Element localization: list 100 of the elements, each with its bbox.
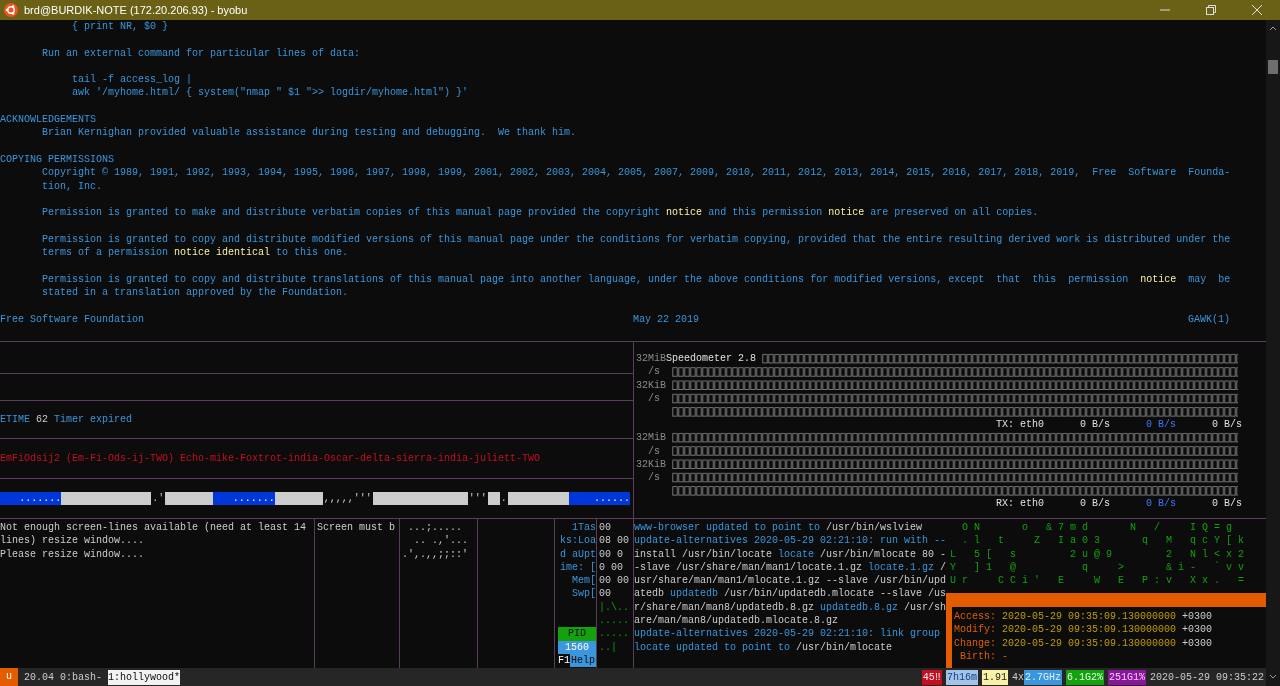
pid-header: PID xyxy=(558,627,596,641)
rate-reading: 0 B/s xyxy=(1211,497,1242,511)
man-text-line: Run an external command for particular lines of data: xyxy=(41,46,362,60)
bar-dots: ....... xyxy=(0,492,62,505)
log-line: are/man/man8/updatedb.mlocate.8.gz xyxy=(634,614,840,628)
matrix-rain-line: O N o & 7 m d N / I Q = g xyxy=(961,521,1234,535)
man-text-line: Permission is granted to copy and distribute translations of this manual page into another language, under the above conditions for modified versions, except that this permission notice may be xyxy=(41,272,1232,286)
section-heading: ACKNOWLEDGEMENTS xyxy=(0,113,97,127)
rate-reading: 0 B/s xyxy=(1079,497,1110,511)
close-icon xyxy=(1252,5,1262,15)
axis-label: 32KiB xyxy=(636,378,667,392)
rate-reading: 0 B/s xyxy=(1145,497,1176,511)
rate-reading: 0 B/s xyxy=(1145,418,1176,432)
man-text-line: stated in a translation approved by the Foundation. xyxy=(41,285,350,300)
status-indicator: 4x xyxy=(1011,670,1024,685)
stat-date: 2020-05-29 09:35:09.130000000 xyxy=(1001,610,1177,624)
stat-label: Change: xyxy=(954,636,996,650)
bar-dots: . xyxy=(499,492,508,505)
rate-reading: 0 B/s xyxy=(1079,418,1110,432)
htop-meter: 1Tas xyxy=(572,521,596,535)
scroll-down-icon[interactable] xyxy=(1269,673,1277,681)
resize-message: lines) resize window.... xyxy=(0,534,146,548)
interface-label: TX: eth0 xyxy=(996,418,1044,432)
timer-message: ETIME 62 Timer expired xyxy=(0,412,133,427)
column-text: |.\.. xyxy=(599,600,630,615)
bar-block xyxy=(274,492,323,505)
status-indicator: 251G1% xyxy=(1107,669,1146,685)
axis-label: /s xyxy=(647,391,661,406)
log-line: r/share/man/man8/updatedb.8.gz updatedb.8.gz /usr/sh xyxy=(634,600,946,615)
status-indicator: 6.1G2% xyxy=(1065,669,1104,685)
screen-message: Screen must b xyxy=(317,521,396,535)
bar-block xyxy=(487,492,500,505)
log-line: -slave /usr/share/man/man1/locate.1.gz locate.1.gz / xyxy=(634,560,946,575)
bar-dots: .' xyxy=(151,492,166,505)
axis-label: /s xyxy=(647,365,661,379)
resize-message: Please resize window.... xyxy=(0,547,146,561)
scroll-up-icon[interactable] xyxy=(1269,24,1277,32)
axis-label: 32MiB xyxy=(636,431,667,445)
matrix-rain-line: Y ] 1 @ q > & i - ` v v xyxy=(950,560,1246,575)
window-tab[interactable]: 1:hollywood* xyxy=(108,669,181,685)
callsign-text: EmFiOdsij2 (Em-Fi-Ods-ij-TWO) Echo-mike-Foxtrot-india-Oscar-delta-sierra-india-juliett-TWO xyxy=(0,451,541,466)
ascii-art-line: ...;..... xyxy=(407,521,463,535)
log-line: www-browser updated to point to /usr/bin/wslview xyxy=(634,521,924,535)
graph-title: Speedometer 2.8 xyxy=(666,352,756,366)
bar-dots: ....... xyxy=(213,492,275,505)
log-line: usr/share/man/man1/mlocate.1.gz --slave /usr/bin/upd xyxy=(634,574,946,588)
bar-block xyxy=(507,492,569,505)
bar-dots: ,,,,,''' xyxy=(322,492,373,505)
stat-date: - xyxy=(1001,649,1009,664)
bar-dots: ...... xyxy=(568,492,630,505)
log-line: install /usr/bin/locate locate /usr/bin/mlocate 80 - xyxy=(634,547,946,561)
log-line: locate updated to point to /usr/bin/mlocate xyxy=(634,640,894,654)
stat-zone: +0300 xyxy=(1181,636,1213,650)
htop-meter: ks:Loa xyxy=(560,534,596,548)
section-heading: COPYING PERMISSIONS xyxy=(0,152,116,167)
status-indicator: 2020-05-29 09:35:22 xyxy=(1149,670,1264,685)
column-text: ..| xyxy=(599,640,618,654)
footer-text: Free Software Foundation xyxy=(0,312,145,326)
column-text: 00 xyxy=(599,521,612,535)
status-indicator: 7h16m xyxy=(945,669,978,685)
column-text: 00 xyxy=(599,587,612,601)
column-text: 00 00 xyxy=(599,574,630,588)
matrix-rain-line: U r C C i ' E W E P : v X x . = xyxy=(950,574,1246,588)
column-text: 00 0 xyxy=(599,547,624,561)
column-text: 0 00 xyxy=(599,560,624,575)
htop-meter: Mem[ xyxy=(572,574,596,588)
footer-text: GAWK(1) xyxy=(1188,312,1230,326)
matrix-rain-line: . l t Z I a 0 3 q M q c Y [ k xyxy=(961,534,1246,548)
column-text: ..... xyxy=(599,627,630,641)
axis-label: /s xyxy=(647,444,661,458)
man-text-line: Permission is granted to make and distribute verbatim copies of this manual page provided the copyright notice and this permission notice are preserved on all copies. xyxy=(41,206,1040,220)
ubuntu-logo-icon xyxy=(4,3,18,17)
ascii-art-line: .. .,'... xyxy=(413,534,469,548)
status-indicator: 45‼ xyxy=(921,669,942,685)
window-tab[interactable]: 0:bash- xyxy=(60,669,103,685)
log-line: update-alternatives 2020-05-29 02:21:10: link group xyxy=(634,627,942,641)
man-text-line: tion, Inc. xyxy=(41,179,103,193)
axis-label: /s xyxy=(647,471,661,485)
column-text: ..... xyxy=(599,614,630,628)
footer-text: May 22 2019 xyxy=(633,312,699,326)
man-text-line: Brian Kernighan provided valuable assistance during testing and debugging. We thank him. xyxy=(41,126,578,140)
man-text-line: terms of a permission notice identical to this one. xyxy=(41,246,350,260)
status-indicator: 1.91 xyxy=(981,669,1008,685)
stat-zone: +0300 xyxy=(1181,610,1213,624)
code-line: awk '/myhome.html/ { system("nmap " $1 ">> logdir/myhome.html") }' xyxy=(71,86,470,100)
htop-meter: Swp[ xyxy=(572,587,596,601)
htop-meter: ime: [ xyxy=(560,560,596,575)
man-text-line: Permission is granted to copy and distribute modified versions of this manual page under the conditions for verbatim copying, provided that the entire resulting derived work is distributed under the xyxy=(41,232,1232,247)
ubuntu-badge: u xyxy=(0,668,18,686)
window-title: brd@BURDIK-NOTE (172.20.206.93) - byobu xyxy=(24,2,248,18)
stat-label: Modify: xyxy=(954,623,996,637)
interface-label: RX: eth0 xyxy=(996,497,1044,511)
resize-message: Not enough screen-lines available (need at least 14 xyxy=(0,521,308,535)
rate-reading: 0 B/s xyxy=(1211,418,1242,432)
man-text-line: Copyright © 1989, 1991, 1992, 1993, 1994, 1995, 1996, 1997, 1998, 1999, 2001, 2002, 2003, 2004, 2005, 2007, 2009, 2010, 2011, 2012, 2013, 2014, 2015, 2016, 2017, 2018, 2019, Free Software Founda- xyxy=(41,166,1232,180)
stat-label: Access: xyxy=(954,610,996,624)
restore-icon xyxy=(1206,5,1216,15)
matrix-rain-line: L 5 [ s 2 u @ 9 2 N l < x 2 xyxy=(950,547,1246,561)
axis-label: 32KiB xyxy=(636,457,667,472)
scrollbar-thumb[interactable] xyxy=(1268,60,1278,74)
